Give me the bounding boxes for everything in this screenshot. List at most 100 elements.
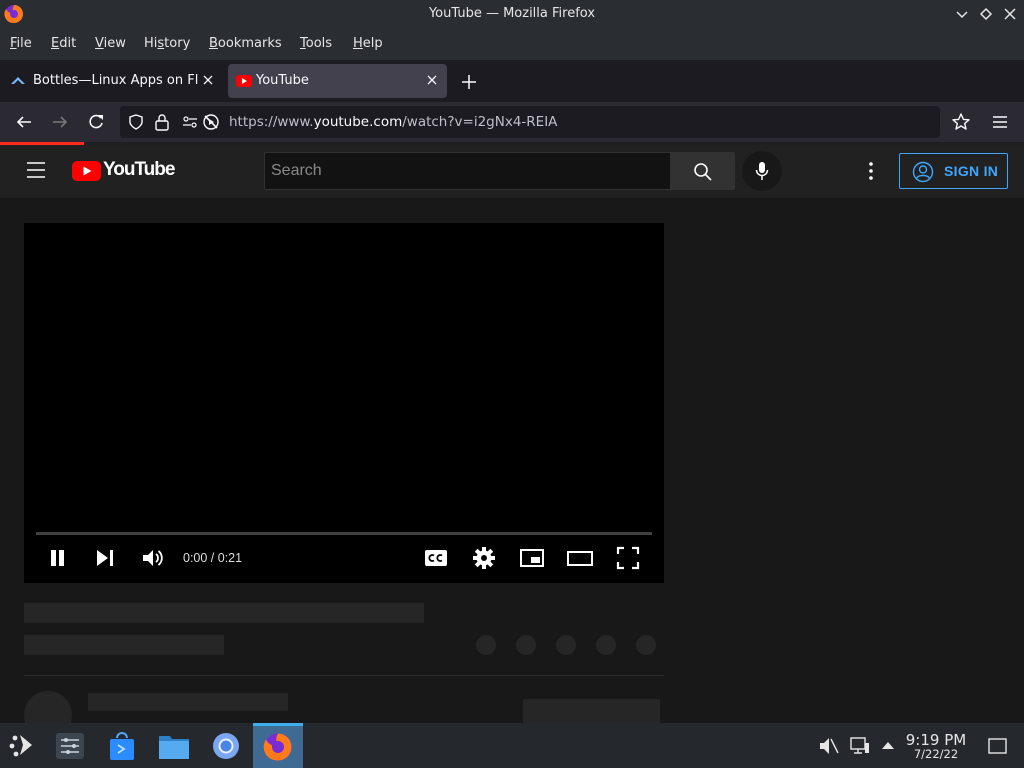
chevron-down-icon xyxy=(956,11,968,19)
menu-history[interactable]: History xyxy=(144,36,190,51)
channel-avatar-skeleton xyxy=(24,691,72,723)
search-icon xyxy=(694,163,712,181)
action-skeleton xyxy=(476,635,496,655)
fullscreen-icon[interactable] xyxy=(615,545,641,571)
dolphin-files-icon xyxy=(159,736,189,759)
taskbar-discover[interactable] xyxy=(97,727,147,767)
taskbar: 9:19 PM 7/22/22 xyxy=(0,723,1024,768)
hamburger-menu-icon[interactable] xyxy=(990,112,1010,132)
reload-icon[interactable] xyxy=(86,112,106,132)
permissions-icon[interactable] xyxy=(182,115,198,129)
tab-label: Bottles—Linux Apps on Fla xyxy=(33,73,199,88)
menu-view[interactable]: View xyxy=(95,36,126,51)
close-icon xyxy=(203,75,213,85)
sign-in-label: SIGN IN xyxy=(944,163,999,179)
settings-gear-icon[interactable] xyxy=(471,545,497,571)
youtube-logo[interactable]: YouTube xyxy=(72,159,175,185)
close-icon xyxy=(427,75,437,85)
minimize-button[interactable] xyxy=(953,5,971,23)
diamond-icon xyxy=(979,7,993,21)
url-prefix: https://www. xyxy=(229,114,314,130)
taskbar-chromium[interactable] xyxy=(201,727,251,767)
youtube-page: YouTube SIGN IN xyxy=(0,145,1024,723)
tab-bottles[interactable]: Bottles—Linux Apps on Fla xyxy=(2,64,224,98)
firefox-icon xyxy=(263,733,292,761)
navigation-bar: https://www.youtube.com/watch?v=i2gNx4-R… xyxy=(0,102,1024,142)
chromium-icon xyxy=(213,733,239,759)
search-input[interactable] xyxy=(265,153,670,189)
menu-view-label: View xyxy=(95,36,126,51)
video-time-display: 0:00 / 0:21 xyxy=(183,551,243,565)
menu-help[interactable]: Help xyxy=(353,36,383,51)
search-button[interactable] xyxy=(671,152,735,190)
url-domain: youtube.com xyxy=(313,114,403,130)
menu-bookmarks[interactable]: Bookmarks xyxy=(209,36,282,51)
menu-edit[interactable]: Edit xyxy=(51,36,76,51)
subscribe-skeleton xyxy=(523,699,660,723)
menu-edit-label: Edit xyxy=(51,36,77,51)
action-skeleton xyxy=(636,635,656,655)
account-icon xyxy=(912,161,934,183)
application-launcher-icon[interactable] xyxy=(9,732,35,758)
network-wired-icon[interactable] xyxy=(850,737,870,755)
next-video-icon[interactable] xyxy=(92,545,118,571)
voice-search-button[interactable] xyxy=(742,151,782,191)
menu-history-label: History xyxy=(144,36,191,51)
new-tab-button[interactable] xyxy=(459,72,479,92)
url-bar[interactable]: https://www.youtube.com/watch?v=i2gNx4-R… xyxy=(120,106,940,138)
search-box[interactable] xyxy=(264,152,671,190)
guide-menu-icon[interactable] xyxy=(26,161,46,179)
tab-close-button[interactable] xyxy=(200,72,216,88)
menu-bar: File Edit View History Bookmarks Tools H… xyxy=(0,29,1024,60)
close-icon xyxy=(1004,8,1016,20)
autoplay-blocked-icon[interactable] xyxy=(202,113,220,131)
closed-captions-icon[interactable] xyxy=(423,545,449,571)
bookmark-star-icon[interactable] xyxy=(951,112,971,132)
system-settings-icon xyxy=(56,733,84,759)
show-desktop-icon[interactable] xyxy=(988,737,1008,755)
menu-tools-label: Tools xyxy=(300,36,333,51)
menu-bookmarks-label: Bookmarks xyxy=(209,36,282,51)
microphone-icon xyxy=(755,162,769,180)
url-path: /watch?v=i2gNx4-REIA xyxy=(402,114,558,130)
video-player[interactable]: 0:00 / 0:21 xyxy=(24,223,664,583)
theater-mode-icon[interactable] xyxy=(567,545,593,571)
video-progress-bar[interactable] xyxy=(36,532,652,535)
info-skeleton xyxy=(24,635,224,655)
discover-store-icon xyxy=(110,732,134,760)
url-text[interactable]: https://www.youtube.com/watch?v=i2gNx4-R… xyxy=(229,114,557,130)
miniplayer-icon[interactable] xyxy=(519,545,545,571)
clock-date[interactable]: 7/22/22 xyxy=(895,747,977,761)
menu-file[interactable]: File xyxy=(10,36,32,51)
volume-icon[interactable] xyxy=(140,545,166,571)
window-title: YouTube — Mozilla Firefox xyxy=(428,6,596,21)
menu-tools[interactable]: Tools xyxy=(300,36,332,51)
sign-in-button[interactable]: SIGN IN xyxy=(899,153,1008,189)
tab-label: YouTube xyxy=(256,73,309,88)
back-arrow-icon[interactable] xyxy=(14,112,34,132)
action-skeleton xyxy=(596,635,616,655)
lock-icon[interactable] xyxy=(154,113,170,131)
divider xyxy=(24,675,664,676)
plus-icon xyxy=(462,75,476,89)
taskbar-system-settings[interactable] xyxy=(45,727,95,767)
forward-arrow-icon[interactable] xyxy=(50,112,70,132)
tab-close-button[interactable] xyxy=(424,72,440,88)
menu-help-label: Help xyxy=(353,36,383,51)
window-titlebar: YouTube — Mozilla Firefox xyxy=(0,0,1024,29)
taskbar-dolphin[interactable] xyxy=(149,727,199,767)
bottles-icon xyxy=(11,77,25,84)
volume-muted-icon[interactable] xyxy=(819,737,839,755)
title-skeleton xyxy=(24,603,424,623)
shield-icon[interactable] xyxy=(128,114,144,130)
more-options-icon[interactable] xyxy=(862,161,880,181)
action-skeleton xyxy=(556,635,576,655)
youtube-header: YouTube SIGN IN xyxy=(0,145,1024,198)
tab-youtube[interactable]: YouTube xyxy=(228,64,447,98)
channel-name-skeleton xyxy=(88,693,288,711)
taskbar-firefox[interactable] xyxy=(253,723,303,768)
maximize-button[interactable] xyxy=(977,5,995,23)
tray-expand-up-icon[interactable] xyxy=(881,740,895,750)
close-window-button[interactable] xyxy=(1001,5,1019,23)
pause-icon[interactable] xyxy=(46,545,72,571)
